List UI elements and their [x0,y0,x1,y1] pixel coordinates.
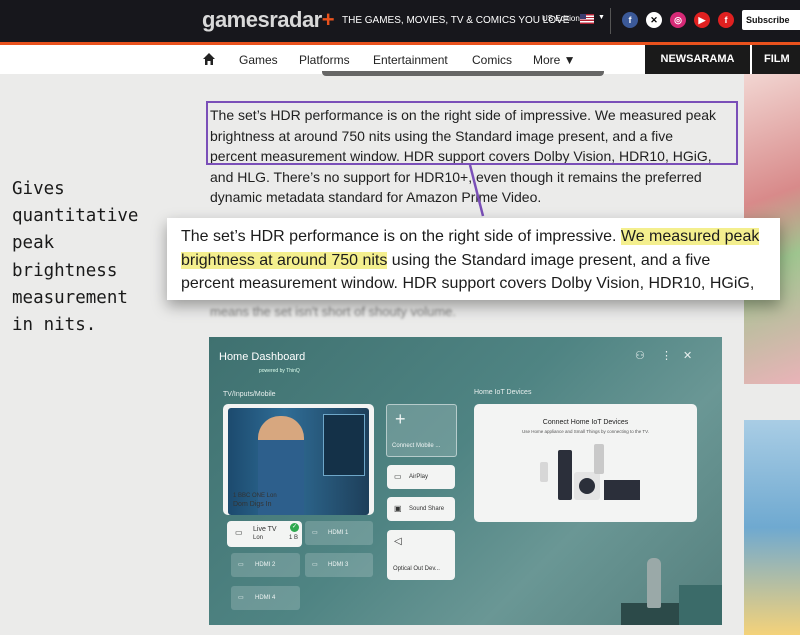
callout-line: brightness at around 750 nits using the … [181,249,780,273]
vase [647,558,661,608]
callout-text: using the Standard image present, and a … [387,251,711,269]
program-label: Dom Digs In [233,501,272,508]
nav-item-entertainment[interactable]: Entertainment [373,53,448,67]
tv-section-label: TV/Inputs/Mobile [223,391,276,398]
tile-label: HDMI 1 [328,530,349,536]
instagram-icon[interactable]: ◎ [670,12,686,28]
tv-dashboard-title: Home Dashboard [219,351,306,363]
tile-label: AirPlay [409,474,429,480]
tile-label: Connect Mobile ... [392,443,441,449]
speaker-icon: ▣ [394,504,402,513]
annotation-note: Gives quantitative peak brightness measu… [12,176,162,339]
plus-icon: + [395,409,406,429]
appliance-illustration [558,450,572,500]
article-line: dynamic metadata standard for Amazon Pri… [210,189,542,205]
faded-article-text: means the set isn't short of shouty volu… [210,304,456,319]
header-divider [610,8,611,34]
note-line: brightness [12,260,118,281]
chevron-down-icon[interactable]: ▼ [598,14,605,21]
user-icon: ⚇ [635,350,645,362]
nav-item-games[interactable]: Games [239,53,278,67]
tile-label: Live TV [253,526,277,533]
iot-devices-card: Connect Home IoT Devices Use Home applia… [474,404,697,522]
nav-item-comics[interactable]: Comics [472,53,512,67]
callout-line: The set’s HDR performance is on the righ… [181,225,780,249]
check-icon: ✓ [290,523,299,532]
article-line: and HLG. There’s no support for HDR10+, … [210,168,702,185]
facebook-icon[interactable]: f [622,12,638,28]
airplay-tile: ▭ AirPlay [387,465,455,489]
hdmi-icon: ▭ [238,562,244,568]
note-line: measurement [12,287,128,308]
note-line: quantitative [12,206,139,227]
subscribe-button[interactable]: Subscribe [742,10,800,30]
tile-label: Optical Out Dev... [393,566,440,572]
tile-label: HDMI 2 [255,562,276,568]
live-tv-tile: ▭ Live TV Lon 1 B ✓ [227,521,302,547]
site-tagline: THE GAMES, MOVIES, TV & COMICS YOU LOVE [342,15,570,26]
speaker-icon: ◁ [394,536,402,547]
tv-icon: ▭ [235,528,243,537]
hdmi3-tile: ▭ HDMI 3 [305,553,373,577]
background-screen [323,414,365,476]
flipboard-icon[interactable]: f [718,12,734,28]
sofa [679,585,722,625]
hdmi-icon: ▭ [238,595,244,601]
youtube-icon[interactable]: ▶ [694,12,710,28]
tile-label: Sound Share [409,506,445,512]
washer-illustration [574,472,600,500]
callout-line: percent measurement window. HDR support … [181,275,755,292]
note-line: Gives [12,179,65,199]
more-icon: ⋮ [661,350,672,362]
hdmi1-tile: ▭ HDMI 1 [305,521,373,545]
note-line: in nits. [12,315,97,336]
connect-mobile-tile: + Connect Mobile ... [386,404,457,457]
highlight-box [206,101,738,165]
sound-share-tile: ▣ Sound Share [387,497,455,521]
hdmi2-tile: ▭ HDMI 2 [231,553,300,577]
tv-powered-by: powered by ThinQ [259,368,300,374]
close-icon: ✕ [683,350,693,362]
hdmi4-tile: ▭ HDMI 4 [231,586,300,610]
tile-label: HDMI 4 [255,595,276,601]
washer-door [579,478,595,494]
appliance-illustration [540,462,548,482]
airplay-icon: ▭ [394,472,402,481]
callout-text: The set’s HDR performance is on the righ… [181,228,621,245]
hdmi-icon: ▭ [312,562,318,568]
tile-label: HDMI 3 [328,562,349,568]
iot-card-subtitle: Use Home appliance and Small Things by c… [522,429,649,434]
edition-selector[interactable]: US Edition [542,14,580,23]
nav-item-more[interactable]: More ▼ [533,53,576,67]
highlighted-text: We measured peak [620,228,760,245]
tile-channel: 1 B [289,535,299,541]
newsarama-link[interactable]: NEWSARAMA [645,45,750,74]
nav-item-platforms[interactable]: Platforms [299,53,350,67]
tv-section-label: Home IoT Devices [474,389,532,396]
zoom-callout: The set’s HDR performance is on the righ… [167,218,780,300]
appliance-illustration [594,444,604,474]
x-icon[interactable]: ✕ [646,12,662,28]
logo-plus: + [321,7,335,32]
highlighted-text: brightness at around 750 nits [181,251,388,269]
home-icon[interactable] [202,52,216,66]
logo-text: gamesradar [202,7,322,32]
optical-out-tile: ◁ Optical Out Dev... [387,530,455,580]
film-link[interactable]: FILM [752,45,800,74]
iot-card-title: Connect Home IoT Devices [542,419,629,426]
previous-image-edge [322,71,604,76]
note-line: peak [12,233,55,254]
sidebar-artwork-lower [744,420,800,635]
tv-illustration [604,480,640,500]
us-flag-icon[interactable] [580,14,594,24]
tv-screenshot: Home Dashboard powered by ThinQ ⚇ ⋮ ✕ TV… [209,337,722,625]
hdmi-icon: ▭ [312,530,318,536]
tile-sub-label: Lon [253,535,264,541]
site-logo[interactable]: gamesradar+ [202,7,335,33]
channel-label: 1 BBC ONE Lon [233,493,277,499]
